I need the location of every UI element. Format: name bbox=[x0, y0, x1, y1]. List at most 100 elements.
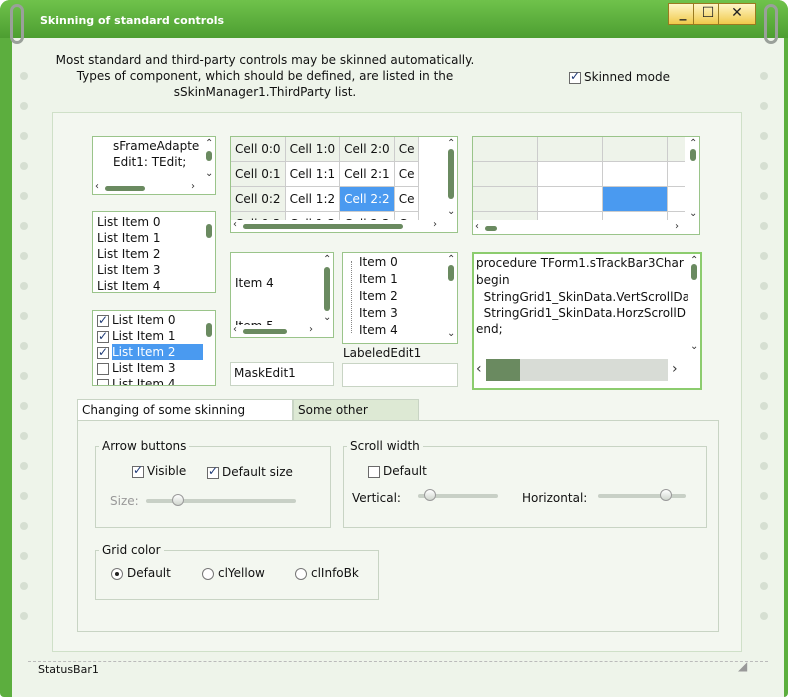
horizontal-width-slider[interactable] bbox=[598, 489, 686, 501]
grid-cell-selected[interactable] bbox=[603, 187, 667, 211]
list-item[interactable]: Item 4 bbox=[235, 275, 274, 291]
tree-item[interactable]: Item 1 bbox=[359, 271, 398, 287]
horizontal-scrollbar[interactable]: ‹ › bbox=[473, 222, 685, 234]
check-list-box[interactable]: List Item 0 List Item 1 List Item 2 List… bbox=[92, 310, 216, 386]
check-list-item[interactable]: List Item 1 bbox=[97, 328, 176, 344]
tree-item[interactable]: Item 3 bbox=[359, 305, 398, 321]
check-list-item[interactable]: List Item 4 bbox=[97, 376, 176, 385]
slider-knob[interactable] bbox=[660, 489, 672, 501]
radio-mark[interactable] bbox=[202, 567, 214, 580]
grid-cell[interactable]: Cell 2:1 bbox=[339, 161, 395, 187]
scroll-down-icon[interactable]: ⌄ bbox=[690, 342, 698, 352]
size-grip-icon[interactable]: ◢ bbox=[738, 659, 747, 673]
visible-checkbox[interactable]: Visible bbox=[132, 463, 186, 478]
string-grid[interactable]: Cell 0:0 Cell 1:0 Cell 2:0 Ce Cell 0:1 C… bbox=[230, 136, 458, 233]
radio-mark[interactable] bbox=[111, 567, 123, 580]
horizontal-scrollbar[interactable]: ‹ › bbox=[231, 325, 319, 337]
grid-cell-selected[interactable]: Cell 2:2 bbox=[339, 186, 395, 212]
scroll-thumb[interactable] bbox=[448, 149, 454, 199]
skinned-mode-checkbox[interactable]: Skinned mode bbox=[569, 69, 670, 84]
scroll-down-icon[interactable]: ⌄ bbox=[447, 329, 455, 339]
grid-cell[interactable]: Cell 1:1 bbox=[285, 161, 341, 187]
close-button[interactable]: ✕ bbox=[718, 3, 756, 25]
list-item[interactable]: List Item 3 bbox=[97, 262, 161, 278]
checkbox-mark[interactable] bbox=[97, 312, 109, 328]
vertical-scrollbar[interactable]: ⌃ ⌄ bbox=[203, 137, 215, 179]
scroll-thumb[interactable] bbox=[486, 359, 520, 381]
item-list-box[interactable]: Item 4 Item 5 ⌃ ⌄ ‹ › bbox=[230, 252, 334, 338]
tree-item[interactable]: Item 2 bbox=[359, 288, 398, 304]
scroll-left-icon[interactable]: ‹ bbox=[233, 325, 237, 335]
scroll-thumb[interactable] bbox=[690, 149, 696, 161]
vertical-scrollbar[interactable]: ⌃ ⌄ bbox=[321, 253, 333, 323]
checkbox-mark[interactable] bbox=[97, 328, 109, 344]
labeled-edit[interactable] bbox=[342, 363, 458, 387]
checkbox-mark[interactable] bbox=[97, 344, 109, 360]
vertical-scrollbar[interactable] bbox=[203, 212, 215, 292]
grid-cell[interactable]: Cell 0:1 bbox=[231, 161, 286, 187]
scroll-right-icon[interactable]: › bbox=[191, 182, 195, 192]
vertical-scrollbar[interactable]: ⌃ ⌄ bbox=[445, 137, 457, 218]
scroll-thumb[interactable] bbox=[691, 264, 697, 280]
scroll-down-icon[interactable]: ⌄ bbox=[205, 169, 213, 179]
list-item[interactable]: List Item 0 bbox=[97, 214, 161, 230]
grid-cell[interactable]: Ce bbox=[394, 161, 420, 187]
scroll-up-icon[interactable]: ⌃ bbox=[205, 139, 213, 149]
memo[interactable]: procedure TForm1.sTrackBar3Char begin St… bbox=[472, 252, 702, 390]
grid-cell[interactable]: Cell 1:2 bbox=[285, 186, 341, 212]
scroll-up-icon[interactable]: ⌃ bbox=[447, 139, 455, 149]
scroll-left-icon[interactable]: ‹ bbox=[476, 362, 482, 376]
scroll-thumb[interactable] bbox=[448, 265, 454, 281]
checkbox-mark[interactable] bbox=[368, 465, 380, 478]
scroll-up-icon[interactable]: ⌃ bbox=[323, 255, 331, 265]
grid-cell[interactable]: Ce bbox=[394, 186, 420, 212]
check-list-item-selected[interactable]: List Item 2 bbox=[97, 344, 206, 360]
grid-cell[interactable]: Ce bbox=[394, 137, 420, 162]
checkbox-mark[interactable] bbox=[97, 378, 109, 385]
horizontal-scrollbar[interactable]: ‹ › bbox=[93, 182, 201, 194]
vertical-width-slider[interactable] bbox=[418, 489, 498, 501]
grid-cell[interactable]: Cell 0:0 bbox=[231, 137, 286, 162]
grid-cell[interactable]: Cell 0:2 bbox=[231, 186, 286, 212]
scroll-down-icon[interactable]: ⌄ bbox=[447, 207, 455, 217]
scroll-thumb[interactable] bbox=[206, 151, 212, 161]
radio-clyellow[interactable]: clYellow bbox=[202, 566, 265, 580]
default-size-checkbox[interactable]: Default size bbox=[207, 464, 293, 479]
vertical-scrollbar[interactable] bbox=[203, 311, 215, 385]
scroll-left-icon[interactable]: ‹ bbox=[475, 222, 479, 232]
radio-default[interactable]: Default bbox=[111, 566, 171, 580]
scroll-up-icon[interactable]: ⌃ bbox=[447, 255, 455, 265]
checkbox-mark[interactable] bbox=[97, 362, 109, 375]
list-item[interactable]: List Item 4 bbox=[97, 278, 161, 292]
tree-item[interactable]: Item 4 bbox=[359, 322, 398, 338]
draw-grid[interactable]: ⌃ ⌄ ‹ › bbox=[472, 136, 700, 235]
size-slider[interactable] bbox=[146, 494, 296, 506]
scroll-down-icon[interactable]: ⌄ bbox=[689, 209, 697, 219]
scroll-thumb[interactable] bbox=[105, 186, 145, 191]
vertical-scrollbar[interactable]: ⌃ ⌄ bbox=[687, 137, 699, 220]
tab-skinning-options[interactable]: Changing of some skinning options bbox=[77, 399, 293, 437]
default-width-checkbox[interactable]: Default bbox=[368, 464, 427, 478]
slider-knob[interactable] bbox=[424, 489, 436, 501]
check-list-item[interactable]: List Item 0 bbox=[97, 312, 176, 328]
scroll-up-icon[interactable]: ⌃ bbox=[689, 139, 697, 149]
slider-knob[interactable] bbox=[172, 494, 184, 506]
grid-cell[interactable]: Cell 1:0 bbox=[285, 137, 341, 162]
checkbox-mark[interactable] bbox=[569, 69, 581, 84]
scroll-thumb[interactable] bbox=[485, 226, 497, 231]
scroll-right-icon[interactable]: › bbox=[433, 220, 437, 230]
scroll-thumb[interactable] bbox=[206, 323, 212, 337]
scroll-right-icon[interactable]: › bbox=[675, 222, 679, 232]
scroll-thumb[interactable] bbox=[324, 267, 330, 311]
scroll-right-icon[interactable]: › bbox=[672, 362, 678, 376]
tree-view[interactable]: Item 0 Item 1 Item 2 Item 3 Item 4 ⌃ ⌄ bbox=[342, 252, 458, 344]
checkbox-mark[interactable] bbox=[132, 463, 144, 478]
scroll-thumb[interactable] bbox=[206, 224, 212, 238]
horizontal-scrollbar[interactable]: ‹ › bbox=[231, 220, 443, 232]
frame-adapter-box[interactable]: sFrameAdapte Edit1: TEdit; ⌃ ⌄ ‹ › bbox=[92, 136, 216, 195]
scroll-thumb[interactable] bbox=[243, 329, 287, 334]
checkbox-mark[interactable] bbox=[207, 464, 219, 479]
tree-item[interactable]: Item 0 bbox=[359, 254, 398, 270]
list-item[interactable]: List Item 1 bbox=[97, 230, 161, 246]
vertical-scrollbar[interactable]: ⌃ ⌄ bbox=[445, 253, 457, 343]
